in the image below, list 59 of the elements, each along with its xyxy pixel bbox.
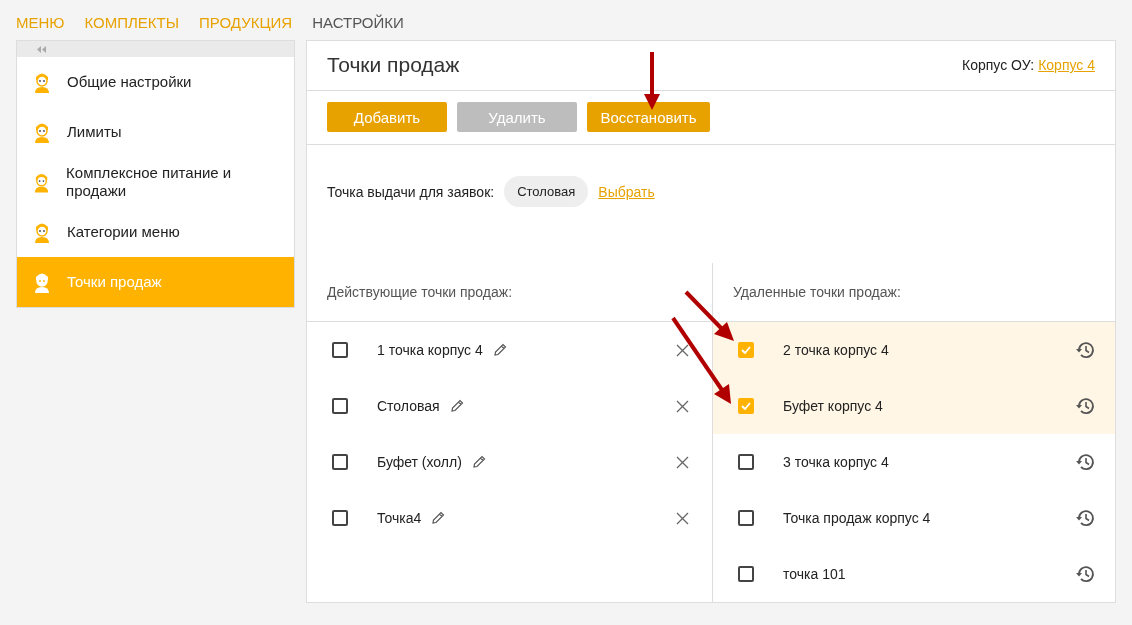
- child-avatar-icon: [33, 221, 51, 243]
- sidebar-item-label: Комплексное питание и продажи: [66, 164, 233, 200]
- pickup-label: Точка выдачи для заявок:: [327, 183, 495, 200]
- checkbox[interactable]: [738, 398, 754, 414]
- child-avatar-icon: [33, 171, 51, 193]
- action-button[interactable]: Восстановить: [587, 102, 710, 133]
- action-button[interactable]: Добавить: [327, 102, 447, 133]
- sidebar-item-label: Категории меню: [67, 223, 180, 241]
- checkbox[interactable]: [738, 342, 754, 358]
- point-name: Буфет корпус 4: [783, 398, 883, 414]
- list-heading: Действующие точки продаж:: [327, 284, 513, 300]
- edit-icon[interactable]: [492, 343, 507, 357]
- edit-icon[interactable]: [431, 511, 446, 525]
- checkbox[interactable]: [332, 342, 348, 358]
- sidebar-item-label: Точки продаж: [67, 273, 162, 291]
- restore-history-icon[interactable]: [1075, 453, 1095, 471]
- restore-history-icon[interactable]: [1075, 341, 1095, 359]
- point-name: Точка продаж корпус 4: [783, 510, 931, 526]
- checkbox[interactable]: [332, 454, 348, 470]
- sidebar-item-label: Общие настройки: [67, 73, 192, 91]
- checkbox[interactable]: [332, 510, 348, 526]
- panel-title: Точки продаж: [327, 53, 460, 78]
- checkbox[interactable]: [738, 566, 754, 582]
- close-icon[interactable]: [676, 455, 689, 469]
- check-icon: [741, 402, 751, 410]
- nav-tab[interactable]: ПРОДУКЦИЯ: [199, 13, 293, 31]
- child-avatar-icon: [33, 71, 51, 93]
- child-avatar-icon: [33, 271, 51, 293]
- choose-link[interactable]: Выбрать: [598, 183, 655, 200]
- point-name: точка 101: [783, 566, 846, 582]
- point-name: 2 точка корпус 4: [783, 342, 889, 358]
- annotation-arrow: [644, 52, 660, 110]
- sidebar-item-label: Лимиты: [67, 123, 122, 141]
- restore-history-icon[interactable]: [1075, 565, 1095, 583]
- close-icon[interactable]: [676, 511, 689, 525]
- checkbox[interactable]: [738, 454, 754, 470]
- point-name: Точка4: [377, 510, 422, 526]
- point-name: Столовая: [377, 398, 440, 414]
- building-link[interactable]: Корпус 4: [1038, 57, 1095, 74]
- nav-tab[interactable]: НАСТРОЙКИ: [312, 13, 404, 31]
- point-name: Буфет (холл): [377, 454, 462, 470]
- check-icon: [741, 346, 751, 354]
- checkbox[interactable]: [738, 510, 754, 526]
- list-heading: Удаленные точки продаж:: [733, 284, 901, 300]
- restore-history-icon[interactable]: [1075, 397, 1095, 415]
- point-name: 1 точка корпус 4: [377, 342, 483, 358]
- edit-icon[interactable]: [471, 455, 486, 469]
- edit-icon[interactable]: [449, 399, 464, 413]
- point-name: 3 точка корпус 4: [783, 454, 889, 470]
- close-icon[interactable]: [676, 399, 689, 413]
- nav-tab[interactable]: МЕНЮ: [16, 13, 65, 31]
- building-label: Корпус ОУ:: [962, 57, 1035, 74]
- pickup-chip: Столовая: [504, 176, 589, 208]
- nav-tab[interactable]: КОМПЛЕКТЫ: [84, 13, 180, 31]
- restore-history-icon[interactable]: [1075, 509, 1095, 527]
- close-icon[interactable]: [676, 343, 689, 357]
- checkbox[interactable]: [332, 398, 348, 414]
- child-avatar-icon: [33, 121, 51, 143]
- sidebar-item[interactable]: Точки продаж: [17, 257, 294, 307]
